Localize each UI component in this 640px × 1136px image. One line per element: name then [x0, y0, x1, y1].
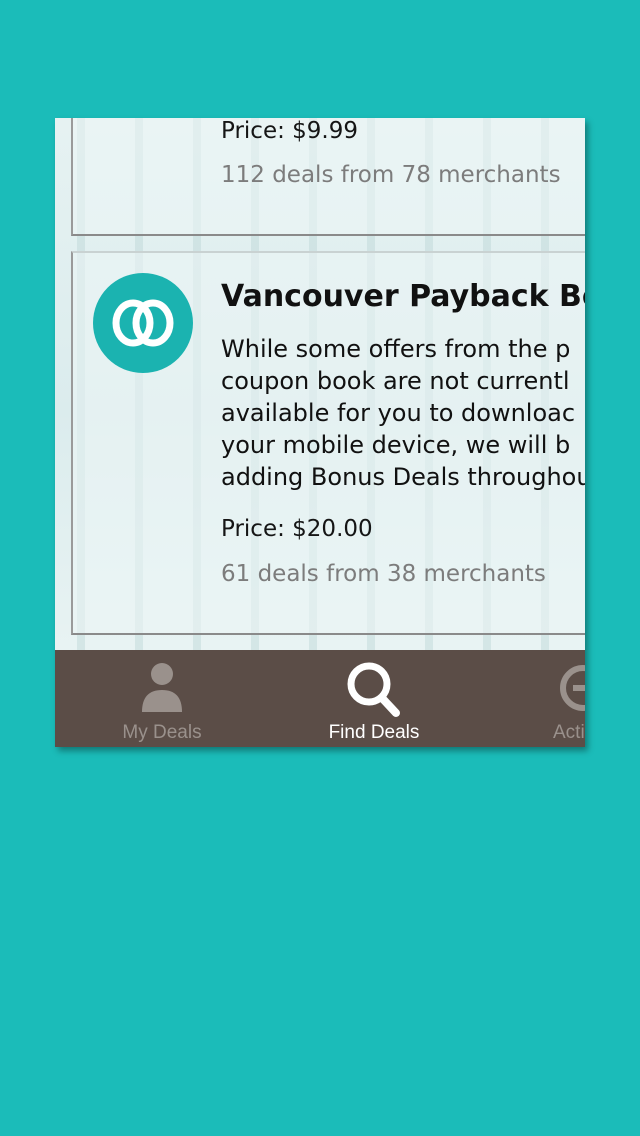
app-window: Price: $9.99 112 deals from 78 merchants…: [55, 118, 585, 747]
deals-list[interactable]: Price: $9.99 112 deals from 78 merchants…: [55, 118, 585, 650]
deal-price: Price: $9.99: [221, 118, 359, 144]
deal-merchant-count: 112 deals from 78 merchants: [221, 162, 561, 188]
tab-find-deals[interactable]: Find Deals: [317, 650, 431, 747]
activity-icon: [560, 665, 585, 711]
deal-title: Vancouver Payback Boo: [221, 279, 585, 314]
tab-my-deals[interactable]: My Deals: [109, 650, 215, 747]
search-icon: [347, 662, 400, 717]
tab-label: My Deals: [122, 722, 202, 743]
deal-description-line: adding Bonus Deals throughou: [221, 463, 585, 491]
deal-description-line: your mobile device, we will b: [221, 431, 571, 459]
person-icon: [142, 663, 182, 712]
deal-description-line: While some offers from the p: [221, 335, 571, 363]
tab-activity[interactable]: Acti: [535, 650, 585, 747]
tab-bar: My Deals Find Deals Acti: [55, 650, 585, 747]
deal-logo: [93, 273, 193, 373]
deal-card[interactable]: Vancouver Payback Boo While some offers …: [71, 251, 585, 635]
deal-description-line: available for you to downloac: [221, 399, 576, 427]
deal-description-line: coupon book are not currentl: [221, 367, 570, 395]
deal-price: Price: $20.00: [221, 516, 373, 542]
linked-rings-icon: [112, 299, 174, 347]
deal-card[interactable]: Price: $9.99 112 deals from 78 merchants: [71, 118, 585, 236]
deal-merchant-count: 61 deals from 38 merchants: [221, 561, 546, 587]
tab-label: Acti: [553, 722, 585, 743]
deal-description: While some offers from the p coupon book…: [221, 333, 585, 493]
tab-label: Find Deals: [328, 722, 420, 743]
